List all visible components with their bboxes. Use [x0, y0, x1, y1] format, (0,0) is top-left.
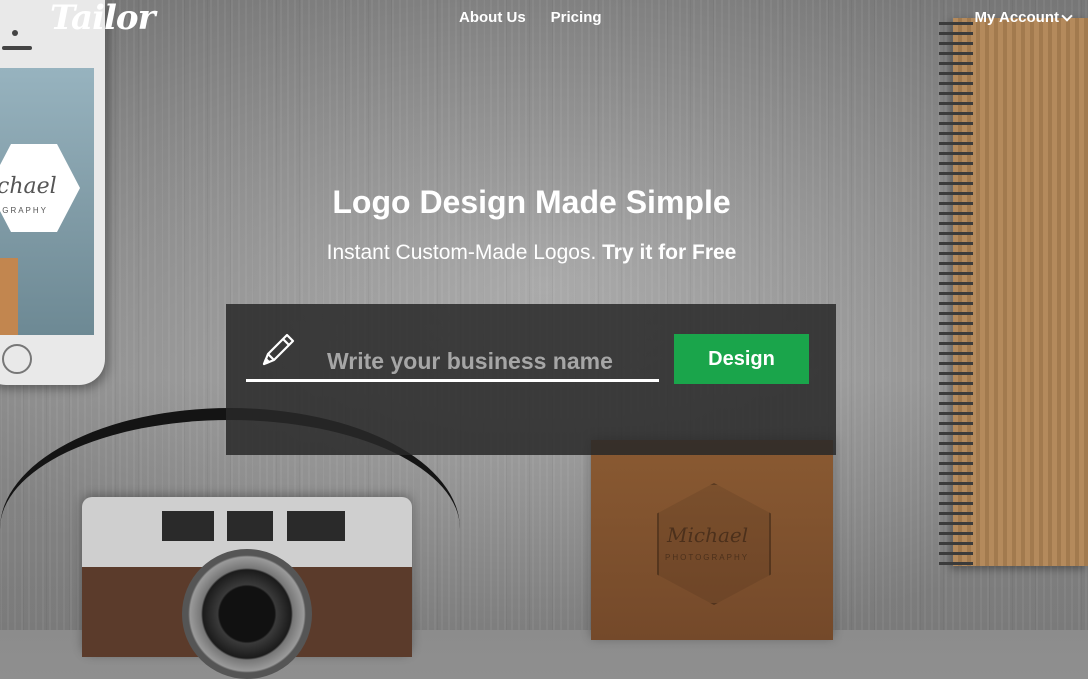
phone-camera — [12, 30, 18, 36]
wood-box-emblem: Michael PHOTOGRAPHY — [657, 483, 771, 605]
camera-lens — [182, 549, 312, 679]
design-button[interactable]: Design — [674, 334, 809, 384]
phone-speaker — [2, 46, 32, 50]
hero-subtitle-text: Instant Custom-Made Logos. — [326, 241, 597, 264]
camera-window — [162, 511, 214, 541]
phone-screen-detail — [0, 258, 18, 335]
nav-pricing[interactable]: Pricing — [551, 9, 602, 26]
input-underline — [246, 379, 659, 382]
main-nav: About Us Pricing — [459, 9, 602, 26]
hero-subtitle-cta: Try it for Free — [602, 241, 737, 264]
camera-prop — [82, 497, 412, 679]
phone-home-button — [2, 344, 32, 374]
hero-title: Logo Design Made Simple — [332, 184, 731, 220]
notebook-prop — [939, 18, 1088, 566]
camera-window — [227, 511, 273, 541]
design-form: Design — [226, 304, 836, 455]
camera-window — [287, 511, 345, 541]
wood-box-prop: Michael PHOTOGRAPHY — [591, 440, 833, 640]
chevron-down-icon — [1061, 9, 1073, 22]
business-name-input[interactable] — [325, 342, 663, 380]
brand-logo[interactable]: Tailor — [50, 0, 155, 38]
pencil-icon — [262, 333, 295, 366]
wood-box-logo-text: Michael — [667, 523, 749, 547]
nav-about-us[interactable]: About Us — [459, 9, 526, 26]
wood-box-logo-subtext: PHOTOGRAPHY — [665, 553, 750, 562]
account-menu[interactable]: My Account — [974, 9, 1073, 26]
hero-subtitle: Instant Custom-Made Logos. Try it for Fr… — [0, 241, 1063, 265]
notebook-spiral — [939, 18, 973, 566]
account-label: My Account — [974, 9, 1059, 26]
